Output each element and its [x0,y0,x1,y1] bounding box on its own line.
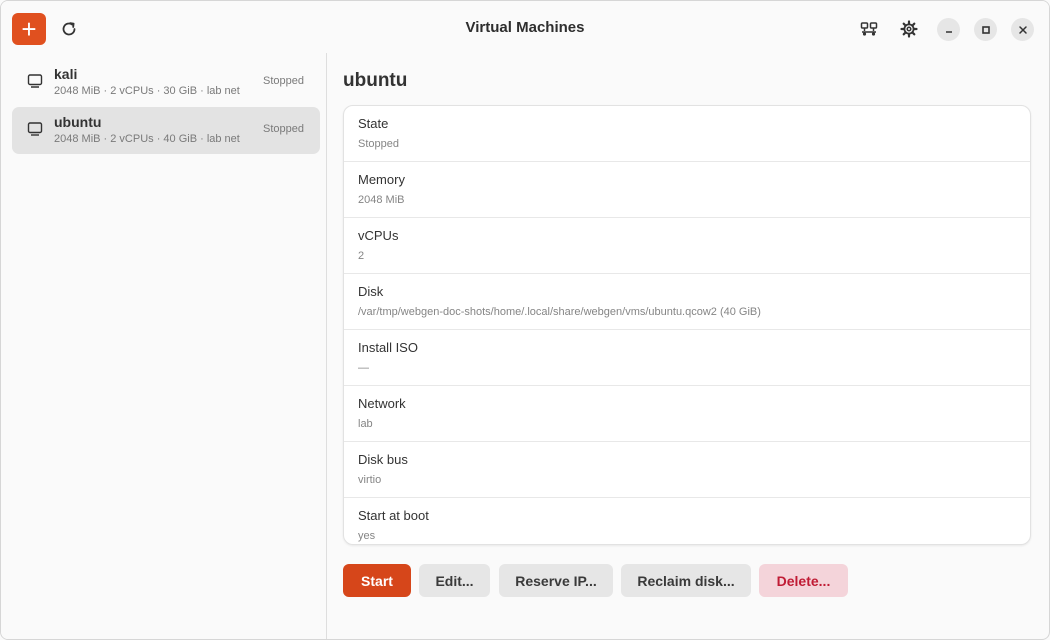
vm-list-sidebar: kali 2048 MiB · 2 vCPUs · 30 GiB · lab n… [1,53,327,639]
minimize-icon [945,30,952,33]
property-row-vcpus: vCPUs 2 [344,218,1030,274]
property-value: yes [358,530,376,542]
close-icon [1018,25,1027,34]
property-label: Start at boot [358,508,429,523]
vm-status: Stopped [263,75,304,87]
vm-detail-title: ubuntu [343,70,408,91]
property-label: Disk bus [358,452,408,467]
minimize-button[interactable] [937,18,960,41]
property-value: lab [358,418,373,430]
vm-name: ubuntu [54,114,102,130]
header-bar: + Virtual Machines [1,1,1049,53]
property-value: 2 [358,250,365,262]
vm-status: Stopped [263,123,304,135]
vm-detail-panel: ubuntu State Stopped Memory 2048 MiB vCP… [327,53,1049,639]
property-row-install-iso: Install ISO — [344,330,1030,386]
computer-icon [27,74,43,88]
property-value: — [358,362,369,374]
gear-icon [900,20,918,38]
vm-list-item-ubuntu[interactable]: ubuntu 2048 MiB · 2 vCPUs · 40 GiB · lab… [12,107,320,154]
maximize-icon [981,25,990,34]
vm-details: 2048 MiB · 2 vCPUs · 40 GiB · lab net [54,133,240,145]
property-row-disk-bus: Disk bus virtio [344,442,1030,498]
reclaim-disk-button[interactable]: Reclaim disk... [621,564,751,597]
property-row-start-at-boot: Start at boot yes [344,498,1030,544]
start-button[interactable]: Start [343,564,411,597]
property-label: Install ISO [358,340,418,355]
property-row-memory: Memory 2048 MiB [344,162,1030,218]
reserve-ip-button[interactable]: Reserve IP... [499,564,613,597]
window-title: Virtual Machines [465,19,585,36]
property-row-disk: Disk /var/tmp/webgen-doc-shots/home/.loc… [344,274,1030,330]
delete-button[interactable]: Delete... [759,564,848,597]
close-button[interactable] [1011,18,1034,41]
vm-list-item-kali[interactable]: kali 2048 MiB · 2 vCPUs · 30 GiB · lab n… [12,59,320,106]
app-window: + Virtual Machines kali 2048 MiB · 2 vCP… [0,0,1050,640]
property-value: virtio [358,474,382,486]
property-label: Memory [358,172,405,187]
property-label: vCPUs [358,228,399,243]
computer-icon [27,122,43,136]
property-row-state: State Stopped [344,106,1030,162]
vm-properties-card: State Stopped Memory 2048 MiB vCPUs 2 Di… [343,105,1031,545]
network-icon [860,22,878,36]
vm-details: 2048 MiB · 2 vCPUs · 30 GiB · lab net [54,85,240,97]
property-label: State [358,116,389,131]
property-value: Stopped [358,138,399,150]
property-row-network: Network lab [344,386,1030,442]
property-value: 2048 MiB [358,194,405,206]
maximize-button[interactable] [974,18,997,41]
network-button[interactable] [853,13,885,45]
property-value: /var/tmp/webgen-doc-shots/home/.local/sh… [358,306,761,318]
property-label: Network [358,396,406,411]
edit-button[interactable]: Edit... [419,564,490,597]
property-label: Disk [358,284,384,299]
settings-button[interactable] [893,13,925,45]
vm-name: kali [54,66,78,82]
